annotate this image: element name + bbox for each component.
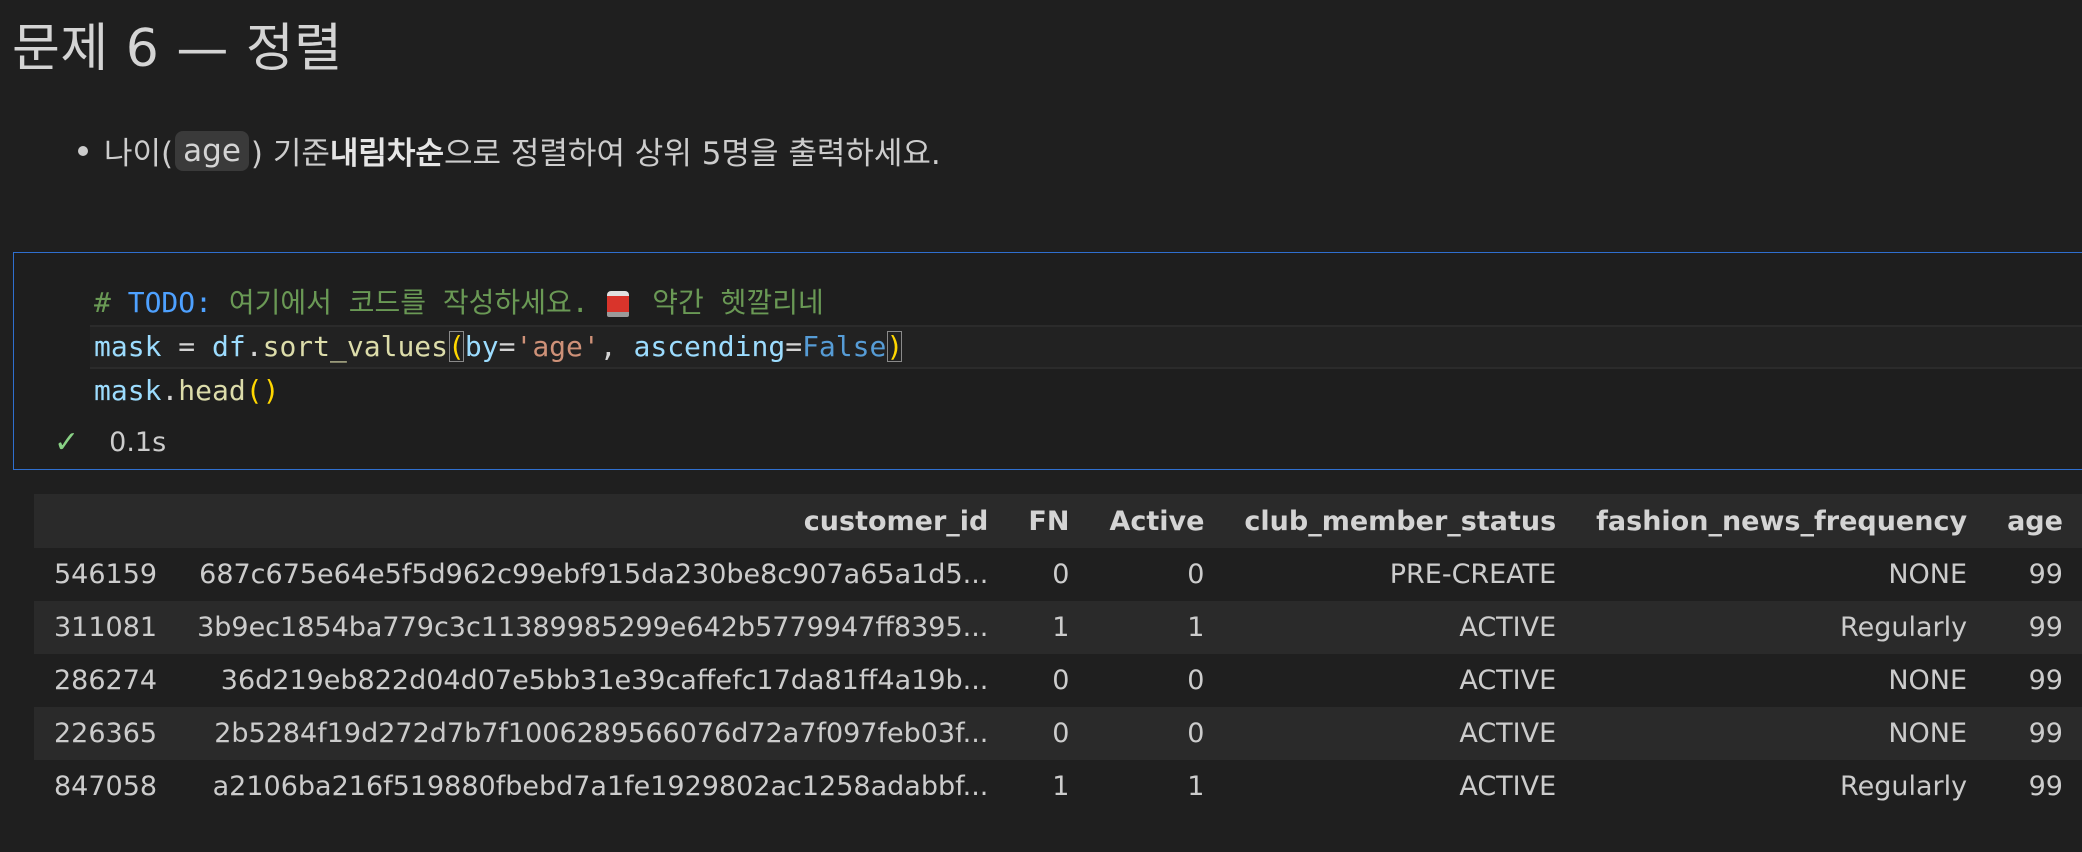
token-dot: . <box>245 330 263 363</box>
table-header-fn: FN <box>1008 494 1090 548</box>
table-cell-active: 0 <box>1187 559 1205 590</box>
table-header-club-member-status: club_member_status <box>1224 494 1577 548</box>
table-cell-index: 546159 <box>54 559 158 590</box>
table-cell-fashion-news-frequency: Regularly <box>1576 601 1988 654</box>
token-head-parens: () <box>245 374 280 407</box>
table-cell-active: 1 <box>1089 601 1225 654</box>
code-line-1[interactable]: # TODO: 여기에서 코드를 작성하세요. 약간 헷깔리네 <box>94 281 2082 325</box>
table-cell-age: 99 <box>1987 601 2082 654</box>
table-cell-active: 0 <box>1089 707 1225 760</box>
table-cell-customer-id: 36d219eb822d04d07e5bb31e39caffefc17da81f… <box>220 665 989 696</box>
table-cell-customer-id: 3b9ec1854ba779c3c11389985299e642b5779947… <box>177 601 1009 654</box>
token-head: head <box>178 374 246 407</box>
table-row: 226365 2b5284f19d272d7b7f1006289566076d7… <box>34 707 2082 760</box>
code-line-2[interactable]: mask = df.sort_values(by='age', ascendin… <box>90 325 2082 369</box>
token-eq1: = <box>498 330 516 363</box>
code-cell[interactable]: # TODO: 여기에서 코드를 작성하세요. 약간 헷깔리네 mask = d… <box>13 252 2082 470</box>
code-editor[interactable]: # TODO: 여기에서 코드를 작성하세요. 약간 헷깔리네 mask = d… <box>90 281 2082 413</box>
token-lparen: ( <box>448 330 465 363</box>
bullet-icon <box>78 145 88 156</box>
table-cell-club-member-status: ACTIVE <box>1459 665 1557 696</box>
table-cell-age: 99 <box>2028 665 2063 696</box>
table-cell-index: 226365 <box>34 707 178 760</box>
table-cell-customer-id: a2106ba216f519880fbebd7a1fe1929802ac1258… <box>212 771 989 802</box>
instruction-prefix: 나이( <box>104 136 174 172</box>
notebook-page: 문제 6 — 정렬 나이( age ) 기준 내림차순 으로 정렬하여 상위 5… <box>0 0 2082 852</box>
table-cell-fashion-news-frequency: NONE <box>1888 559 1968 590</box>
table-cell-age: 99 <box>2028 559 2063 590</box>
table-cell-fashion-news-frequency: NONE <box>1888 665 1968 696</box>
table-cell-index: 311081 <box>34 601 178 654</box>
table-cell-club-member-status: ACTIVE <box>1224 707 1577 760</box>
token-ascending: ascending <box>633 330 786 363</box>
table-cell-fashion-news-frequency: NONE <box>1576 707 1988 760</box>
token-age-string: 'age' <box>515 330 600 363</box>
table-row: 286274 36d219eb822d04d07e5bb31e39caffefc… <box>34 654 2082 707</box>
instruction-bold: 내림차순 <box>329 136 444 172</box>
token-dot-2: . <box>161 374 179 407</box>
table-cell-index: 286274 <box>54 665 158 696</box>
markdown-heading: 문제 6 — 정렬 <box>12 19 343 79</box>
execution-time: 0.1s <box>109 427 167 458</box>
table-row: 311081 3b9ec1854ba779c3c11389985299e642b… <box>34 601 2082 654</box>
comment-todo: TODO: <box>127 286 213 319</box>
token-mask: mask <box>94 330 162 363</box>
table-header-index <box>34 494 178 548</box>
table-cell-active: 1 <box>1187 771 1205 802</box>
comment-text: 여기에서 코드를 작성하세요. <box>212 286 606 319</box>
execution-status: ✓ 0.1s <box>54 425 166 460</box>
table-header-customer-id: customer_id <box>177 494 1009 548</box>
table-cell-club-member-status: ACTIVE <box>1459 771 1557 802</box>
table-cell-fn: 1 <box>1052 771 1070 802</box>
table-cell-fn: 0 <box>1052 665 1070 696</box>
token-rparen: ) <box>886 330 904 363</box>
output-dataframe-table: customer_id FN Active club_member_status… <box>34 494 2082 813</box>
table-cell-index: 847058 <box>54 771 158 802</box>
table-cell-club-member-status: PRE-CREATE <box>1389 559 1557 590</box>
table-cell-customer-id: 687c675e64e5f5d962c99ebf915da230be8c907a… <box>199 559 989 590</box>
table-cell-age: 99 <box>2028 771 2063 802</box>
table-header-fashion-news-frequency: fashion_news_frequency <box>1576 494 1988 548</box>
table-cell-age: 99 <box>1987 707 2082 760</box>
token-df: df <box>212 330 246 363</box>
token-mask-2: mask <box>94 374 162 407</box>
table-cell-club-member-status: ACTIVE <box>1224 601 1577 654</box>
token-comma: , <box>599 330 634 363</box>
table-header-row: customer_id FN Active club_member_status… <box>34 494 2082 548</box>
table-cell-active: 0 <box>1187 665 1205 696</box>
table-row: 546159 687c675e64e5f5d962c99ebf915da230b… <box>34 548 2082 601</box>
table-cell-fn: 1 <box>1008 601 1090 654</box>
table-row: 847058 a2106ba216f519880fbebd7a1fe192980… <box>34 760 2082 813</box>
token-by: by <box>464 330 499 363</box>
table-header-age: age <box>1987 494 2082 548</box>
table-header-active: Active <box>1089 494 1225 548</box>
token-assign: = <box>161 330 213 363</box>
comment-hash: # <box>94 286 128 319</box>
comment-tail: 약간 헷깔리네 <box>635 286 824 319</box>
table-cell-customer-id: 2b5284f19d272d7b7f1006289566076d72a7f097… <box>177 707 1009 760</box>
token-false: False <box>802 330 887 363</box>
table-cell-fn: 0 <box>1008 707 1090 760</box>
instruction-middle: ) 기준 <box>250 136 330 172</box>
instruction-suffix: 으로 정렬하여 상위 5명을 출력하세요. <box>443 136 941 172</box>
instruction-bullet: 나이( age ) 기준 내림차순 으로 정렬하여 상위 5명을 출력하세요. <box>78 128 941 173</box>
check-icon: ✓ <box>54 425 80 460</box>
table-cell-fn: 0 <box>1052 559 1070 590</box>
code-line-3[interactable]: mask.head() <box>94 369 2082 413</box>
inline-code-age: age <box>175 130 249 171</box>
table-cell-fashion-news-frequency: Regularly <box>1840 771 1968 802</box>
siren-emoji-icon <box>607 291 630 317</box>
token-eq2: = <box>785 330 803 363</box>
token-sort-values: sort_values <box>262 330 449 363</box>
